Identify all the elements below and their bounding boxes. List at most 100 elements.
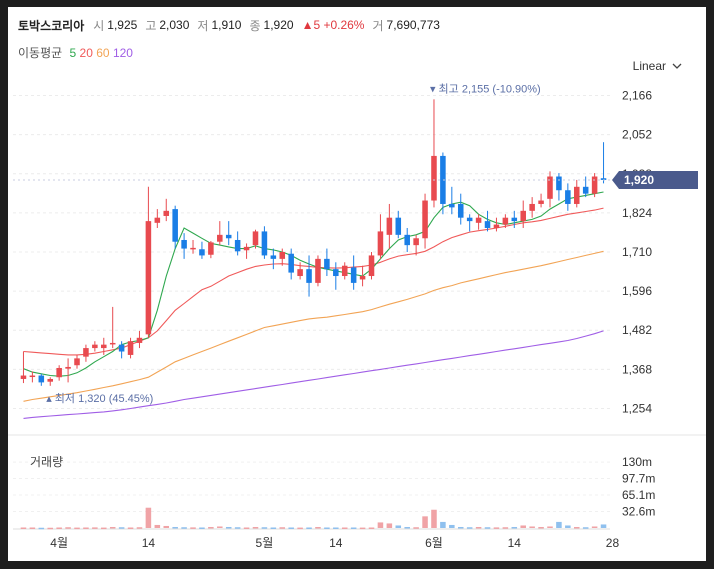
volume-axis-label: 97.7m bbox=[622, 471, 655, 485]
candle-body bbox=[386, 217, 393, 235]
volume-axis-label: 130m bbox=[622, 455, 652, 469]
candle-body bbox=[47, 378, 54, 382]
candle-body bbox=[422, 200, 428, 239]
volume-bar bbox=[538, 526, 544, 529]
date-axis-label: 14 bbox=[329, 536, 343, 550]
volume-bar bbox=[101, 527, 107, 530]
date-axis-label: 6월 bbox=[425, 536, 443, 550]
volume-bar bbox=[449, 524, 455, 528]
candle-body bbox=[172, 209, 178, 242]
volume-bar bbox=[600, 524, 607, 528]
candle-body bbox=[413, 238, 419, 246]
candle-body bbox=[29, 375, 36, 378]
price-axis-label: 1,482 bbox=[622, 323, 652, 337]
price-axis-label: 1,368 bbox=[622, 362, 652, 376]
candle-body bbox=[109, 342, 116, 345]
candle-body bbox=[457, 203, 464, 218]
volume-bar bbox=[556, 521, 562, 528]
candle-body bbox=[368, 255, 375, 277]
volume-bar bbox=[582, 527, 589, 529]
candle-body bbox=[591, 176, 598, 194]
volume-bar bbox=[136, 527, 143, 529]
volume-bar bbox=[475, 526, 482, 529]
volume-bar bbox=[422, 516, 428, 528]
volume-bar bbox=[118, 527, 125, 529]
volume-bar bbox=[38, 527, 45, 530]
volume-bar bbox=[261, 527, 268, 529]
volume-bar bbox=[243, 527, 250, 529]
candle-body bbox=[225, 234, 232, 239]
candle-body bbox=[395, 217, 402, 235]
volume-bar bbox=[83, 527, 89, 529]
candle-body bbox=[74, 358, 80, 366]
candle-body bbox=[38, 375, 45, 383]
volume-bar bbox=[145, 507, 152, 528]
min-price-annotation: ▴ 최저 1,320 (45.45%) bbox=[46, 392, 153, 405]
volume-bar bbox=[413, 527, 419, 529]
volume-bar bbox=[109, 526, 116, 529]
price-axis-label: 2,166 bbox=[622, 89, 652, 103]
candle-body bbox=[341, 265, 348, 277]
candle-body bbox=[65, 366, 71, 369]
candle-body bbox=[484, 221, 491, 228]
volume-bar bbox=[431, 509, 437, 528]
candle-body bbox=[279, 252, 286, 259]
volume-bar bbox=[92, 527, 98, 529]
date-axis-label: 14 bbox=[508, 536, 522, 550]
volume-bar bbox=[359, 527, 366, 530]
volume-bar bbox=[341, 527, 348, 529]
price-chart: 2,1662,0521,9381,8241,7101,5961,4821,368… bbox=[8, 82, 706, 550]
volume-bar bbox=[306, 527, 312, 529]
volume-bar bbox=[395, 525, 402, 528]
price-axis-label: 2,052 bbox=[622, 128, 652, 142]
volume-bar bbox=[20, 527, 27, 529]
volume-bar bbox=[565, 525, 571, 528]
candle-body bbox=[261, 231, 268, 256]
volume-bar bbox=[315, 526, 321, 529]
date-axis-label: 5월 bbox=[256, 536, 274, 550]
candle-body bbox=[252, 231, 259, 246]
volume-bar bbox=[56, 527, 62, 529]
candle-body bbox=[145, 221, 152, 335]
candle-body bbox=[511, 217, 518, 222]
candle-body bbox=[404, 234, 410, 246]
candle-body bbox=[315, 258, 321, 283]
candle-body bbox=[20, 375, 27, 379]
candle-body bbox=[324, 258, 330, 270]
candle-body bbox=[520, 210, 526, 222]
ma20-line bbox=[23, 207, 604, 356]
candle-body bbox=[377, 231, 384, 256]
volume-bar bbox=[225, 526, 232, 529]
volume-bar bbox=[377, 522, 384, 528]
volume-bar bbox=[466, 527, 473, 529]
candle-body bbox=[101, 344, 107, 349]
candle-body bbox=[217, 234, 223, 242]
candle-body bbox=[538, 200, 544, 204]
candle-body bbox=[288, 253, 294, 273]
volume-bar bbox=[208, 526, 214, 529]
volume-bar bbox=[350, 527, 357, 529]
candle-body bbox=[163, 210, 170, 216]
volume-bar bbox=[333, 527, 339, 529]
volume-axis-label: 32.6m bbox=[622, 504, 655, 518]
candle-body bbox=[208, 242, 214, 255]
candle-body bbox=[118, 344, 125, 352]
candle-body bbox=[493, 224, 500, 228]
price-axis-label: 1,824 bbox=[622, 206, 652, 220]
candle-body bbox=[190, 247, 196, 250]
candle-body bbox=[475, 217, 482, 223]
volume-bar bbox=[270, 527, 277, 529]
date-axis-label: 4월 bbox=[50, 536, 68, 550]
volume-bar bbox=[154, 524, 161, 528]
candle-body bbox=[573, 186, 580, 204]
volume-bar bbox=[74, 527, 80, 530]
volume-bar bbox=[252, 526, 259, 529]
volume-bar bbox=[502, 527, 509, 529]
candle-body bbox=[565, 190, 571, 204]
date-axis-label: 28 bbox=[606, 536, 620, 550]
volume-bar bbox=[493, 527, 500, 529]
volume-bar bbox=[520, 525, 526, 528]
candle-body bbox=[556, 176, 562, 191]
volume-bar bbox=[217, 526, 223, 528]
volume-bar bbox=[324, 527, 330, 529]
